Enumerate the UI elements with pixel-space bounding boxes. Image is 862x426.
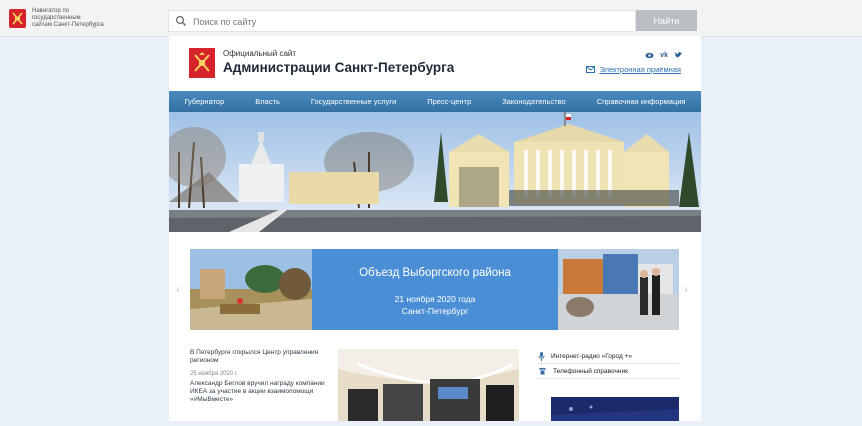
slide-place: Санкт-Петербург bbox=[401, 306, 469, 316]
microphone-icon bbox=[538, 351, 545, 361]
menu-item-press[interactable]: Пресс-центр bbox=[427, 97, 471, 106]
mail-icon bbox=[586, 66, 596, 73]
main-page: Официальный сайт Администрации Санкт-Пет… bbox=[169, 36, 701, 421]
news-date: 25 ноября 2020 г. bbox=[190, 371, 238, 377]
phone-icon bbox=[539, 367, 546, 375]
navigator-line: государственным bbox=[32, 15, 81, 21]
electronic-reception-link[interactable]: Электронная приёмная bbox=[586, 65, 681, 74]
twitter-icon[interactable] bbox=[674, 51, 683, 59]
side-link-radio[interactable]: Интернет-радио «Город +» bbox=[538, 349, 679, 364]
social-links: vk bbox=[645, 51, 683, 59]
administration-emblem-icon[interactable] bbox=[189, 48, 215, 78]
news-title[interactable]: Александр Беглов вручил награду компании… bbox=[190, 380, 338, 404]
slide-title-panel[interactable]: Объезд Выборгского района 21 ноября 2020… bbox=[312, 249, 558, 330]
menu-item-reference[interactable]: Справочная информация bbox=[597, 97, 686, 106]
search-button[interactable]: Найти bbox=[636, 10, 697, 31]
eye-icon[interactable] bbox=[645, 52, 654, 59]
menu-item-legislation[interactable]: Законодательство bbox=[502, 97, 566, 106]
search-input[interactable] bbox=[191, 13, 615, 30]
spb-coat-of-arms-icon[interactable] bbox=[9, 9, 26, 28]
side-links: Интернет-радио «Город +» Телефонный спра… bbox=[538, 349, 679, 379]
navigator-line: сайтам Санкт-Петербурга bbox=[32, 22, 104, 28]
side-link-phonebook[interactable]: Телефонный справочник bbox=[538, 364, 679, 379]
search-box bbox=[168, 10, 636, 32]
vk-icon[interactable]: vk bbox=[660, 52, 668, 59]
slide-photo-right bbox=[558, 249, 679, 330]
menu-item-power[interactable]: Власть bbox=[255, 97, 280, 106]
reception-label: Электронная приёмная bbox=[599, 65, 681, 74]
navigator-label[interactable]: Навигатор по государственным сайтам Санк… bbox=[32, 8, 122, 29]
side-banner[interactable] bbox=[551, 397, 679, 421]
slider-prev-arrow[interactable]: ‹ bbox=[176, 282, 180, 296]
news-title[interactable]: В Петербурге открылся Центр управления р… bbox=[190, 349, 338, 365]
navigator-line: Навигатор по bbox=[32, 8, 70, 14]
search-icon bbox=[175, 15, 187, 27]
news-photo[interactable] bbox=[338, 349, 519, 421]
slide-photo-left bbox=[190, 249, 312, 330]
menu-item-services[interactable]: Государственные услуги bbox=[311, 97, 396, 106]
slide-title: Объезд Выборгского района bbox=[359, 267, 511, 279]
site-subtitle: Официальный сайт bbox=[223, 49, 297, 58]
site-title[interactable]: Администрации Санкт-Петербурга bbox=[223, 60, 454, 75]
main-menu: Губернатор Власть Государственные услуги… bbox=[169, 91, 701, 112]
side-link-label: Телефонный справочник bbox=[553, 367, 628, 375]
top-navigation-bar: Навигатор по государственным сайтам Санк… bbox=[0, 0, 862, 37]
slider-next-arrow[interactable]: › bbox=[684, 282, 688, 296]
hero-image-smolny bbox=[169, 112, 701, 232]
news-list: В Петербурге открылся Центр управления р… bbox=[190, 349, 338, 404]
slide-date: 21 ноября 2020 года bbox=[394, 294, 476, 304]
side-link-label: Интернет-радио «Город +» bbox=[551, 352, 633, 360]
news-slider[interactable]: Объезд Выборгского района 21 ноября 2020… bbox=[190, 249, 679, 330]
menu-item-governor[interactable]: Губернатор bbox=[184, 97, 224, 106]
